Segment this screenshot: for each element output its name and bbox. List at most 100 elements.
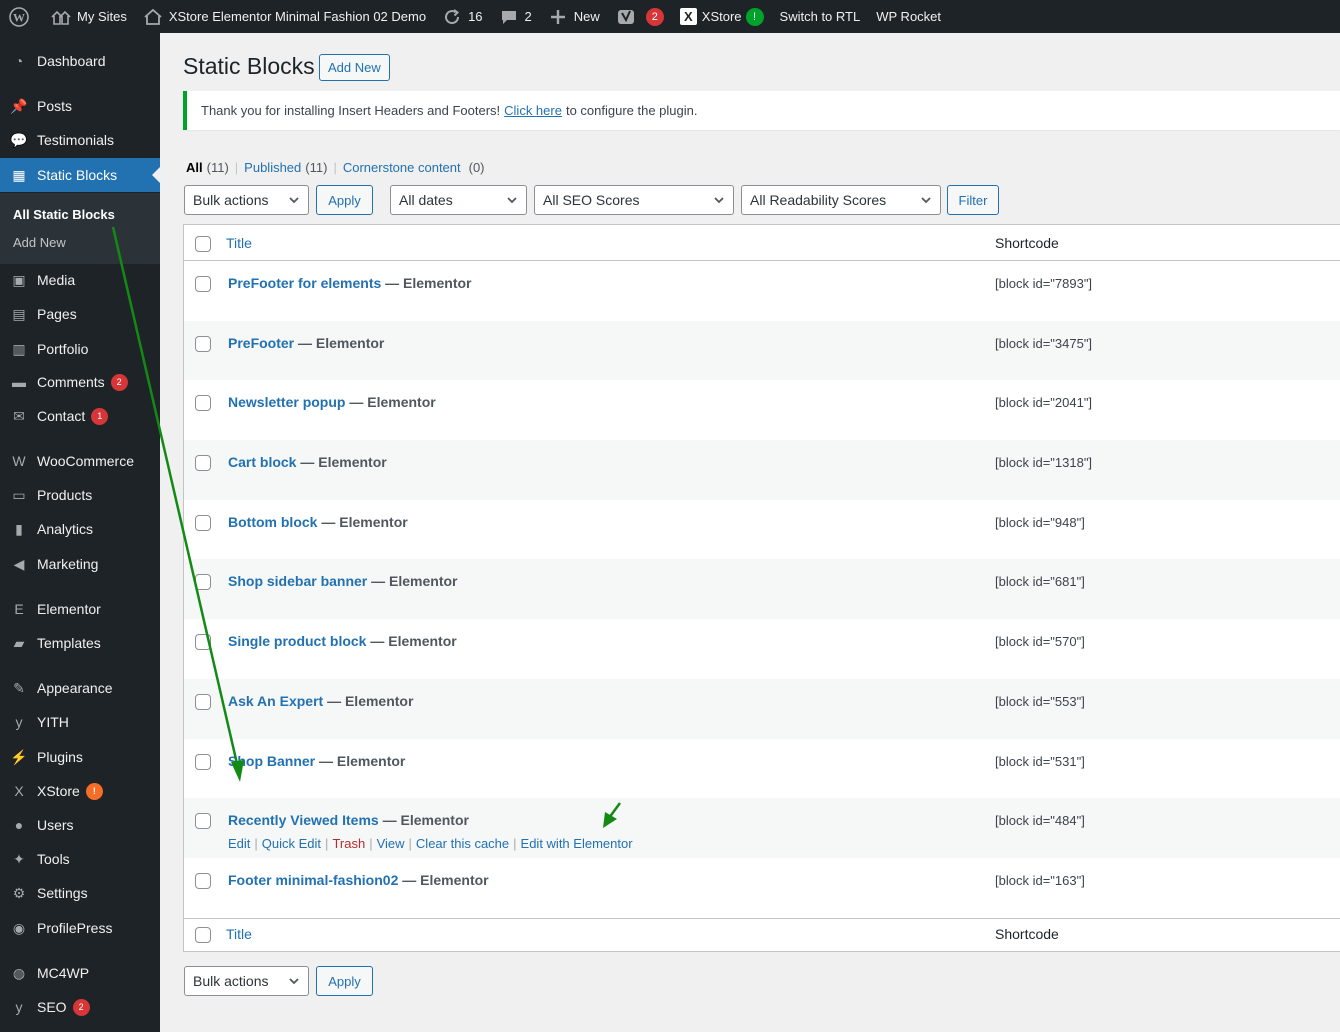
row-checkbox[interactable] [195,514,211,531]
sidebar-item-seo[interactable]: y SEO 2 [0,990,160,1024]
sidebar-item-label: SEO [37,999,67,1015]
comment-icon: ▬ [12,374,26,390]
view-cornerstone[interactable]: Cornerstone content [343,160,461,175]
row-checkbox[interactable] [195,276,211,292]
add-new-button[interactable]: Add New [319,54,390,81]
readability-scores-select[interactable]: All Readability Scores [741,185,941,215]
row-checkbox[interactable] [195,574,211,591]
apply-button-bottom[interactable]: Apply [316,966,373,996]
row-action-view[interactable]: View [377,836,405,851]
sidebar-item-posts[interactable]: 📌 Posts [0,89,160,123]
settings-icon: ⚙ [12,884,26,901]
row-title-link[interactable]: Shop Banner [228,753,315,769]
row-checkbox[interactable] [195,813,211,830]
xstore-label: XStore [701,9,742,24]
row-title-link[interactable]: Cart block [228,454,296,470]
wp-rocket-menu[interactable]: WP Rocket [868,0,949,33]
row-checkbox[interactable] [195,634,211,651]
row-checkbox[interactable] [195,753,211,770]
sidebar-item-profilepress[interactable]: ◉ ProfilePress [0,911,160,945]
sidebar-item-templates[interactable]: ▰ Templates [0,626,160,660]
sidebar-item-woocommerce[interactable]: W WooCommerce [0,444,160,478]
static-blocks-submenu: All Static Blocks Add New [0,193,160,264]
bulk-actions-select[interactable]: Bulk actions [184,185,309,215]
title-column-footer[interactable]: Title [226,926,252,942]
row-title-link[interactable]: PreFooter [228,335,294,351]
my-sites-menu[interactable]: My Sites [43,0,135,33]
table-row: Recently Viewed Items — Elementor [block … [184,798,1340,858]
row-checkbox[interactable] [195,455,211,472]
row-title-link[interactable]: Bottom block [228,514,317,530]
seo-scores-select[interactable]: All SEO Scores [534,185,734,215]
view-all[interactable]: All [186,160,203,175]
apply-button[interactable]: Apply [316,185,373,215]
action-separator: | [369,836,373,852]
notice-link[interactable]: Click here [504,103,562,118]
view-published[interactable]: Published [244,160,301,175]
sidebar-item-elementor[interactable]: E Elementor [0,592,160,626]
row-action-edit[interactable]: Edit [228,836,250,851]
site-name-menu[interactable]: XStore Elementor Minimal Fashion 02 Demo [135,0,434,33]
row-title-link[interactable]: Ask An Expert [228,693,323,709]
select-all-checkbox-footer[interactable] [195,926,211,943]
title-column-header[interactable]: Title [226,235,252,251]
sidebar-item-plugins[interactable]: ⚡ Plugins [0,740,160,774]
mc4wp-icon: ◍ [12,964,26,981]
row-title-link[interactable]: Footer minimal-fashion02 [228,872,398,888]
bulk-actions-select-bottom[interactable]: Bulk actions [184,966,309,996]
row-checkbox[interactable] [195,693,211,710]
sidebar-item-comments[interactable]: ▬ Comments 2 [0,365,160,399]
row-action-quick-edit[interactable]: Quick Edit [262,836,321,851]
updates-menu[interactable]: 16 [434,0,490,33]
shortcode-column-footer: Shortcode [995,925,1059,942]
row-title-link[interactable]: Single product block [228,633,366,649]
row-title-link[interactable]: Shop sidebar banner [228,573,367,589]
yoast-menu[interactable]: 2 [608,0,672,33]
sidebar-item-mc4wp[interactable]: ◍ MC4WP [0,956,160,990]
row-checkbox[interactable] [195,335,211,352]
sidebar-item-analytics[interactable]: ▮ Analytics [0,512,160,546]
switch-rtl-link[interactable]: Switch to RTL [772,0,869,33]
folder-icon: ▰ [13,634,25,651]
row-title-link[interactable]: Recently Viewed Items [228,812,379,828]
sidebar-item-dashboard[interactable]: ◔ Dashboard [0,44,160,78]
sidebar-item-marketing[interactable]: ◀ Marketing [0,547,160,581]
row-checkbox[interactable] [195,872,211,889]
action-separator: | [254,836,258,852]
sidebar-item-settings[interactable]: ⚙ Settings [0,876,160,910]
sidebar-item-media[interactable]: ▣ Media [0,263,160,297]
sidebar-item-yith[interactable]: y YITH [0,705,160,739]
row-title-link[interactable]: Newsletter popup [228,394,345,410]
chevron-down-icon [714,197,724,204]
filter-button[interactable]: Filter [947,185,999,215]
sidebar-item-pages[interactable]: ▤ Pages [0,297,160,331]
table-row: Shop Banner — Elementor [block id="531"] [184,739,1340,799]
wp-logo-menu[interactable]: W [0,0,43,33]
post-state: — Elementor [402,871,489,888]
row-checkbox[interactable] [195,395,211,412]
sidebar-item-products[interactable]: ▭ Products [0,478,160,512]
yoast-icon: y [15,999,23,1015]
submenu-all-static-blocks[interactable]: All Static Blocks [13,207,115,222]
dates-select[interactable]: All dates [390,185,527,215]
xstore-menu[interactable]: X XStore ! [672,0,772,33]
sidebar-item-testimonials[interactable]: 💬 Testimonials [0,123,160,157]
sidebar-item-appearance[interactable]: ✎ Appearance [0,671,160,705]
sidebar-item-static-blocks[interactable]: ▦ Static Blocks [0,158,160,192]
row-action-trash[interactable]: Trash [332,836,365,851]
row-action-edit-with-elementor[interactable]: Edit with Elementor [521,836,633,851]
sidebar-item-users[interactable]: ● Users [0,808,160,842]
select-all-checkbox[interactable] [195,236,211,252]
sidebar-item-portfolio[interactable]: ▥ Portfolio [0,332,160,366]
sidebar-item-contact[interactable]: ✉ Contact 1 [0,399,160,433]
new-content-menu[interactable]: New [540,0,608,33]
sidebar-item-label: Analytics [37,521,94,537]
sidebar-item-tools[interactable]: ✦ Tools [0,842,160,876]
row-action-clear-this-cache[interactable]: Clear this cache [416,836,509,851]
submenu-add-new[interactable]: Add New [13,235,66,250]
sidebar-item-xstore[interactable]: X XStore! [0,774,160,808]
updates-icon [442,7,462,27]
row-title-link[interactable]: PreFooter for elements [228,275,381,291]
table-row: PreFooter — Elementor [block id="3475"] [184,320,1340,381]
comments-menu[interactable]: 2 [491,0,540,33]
